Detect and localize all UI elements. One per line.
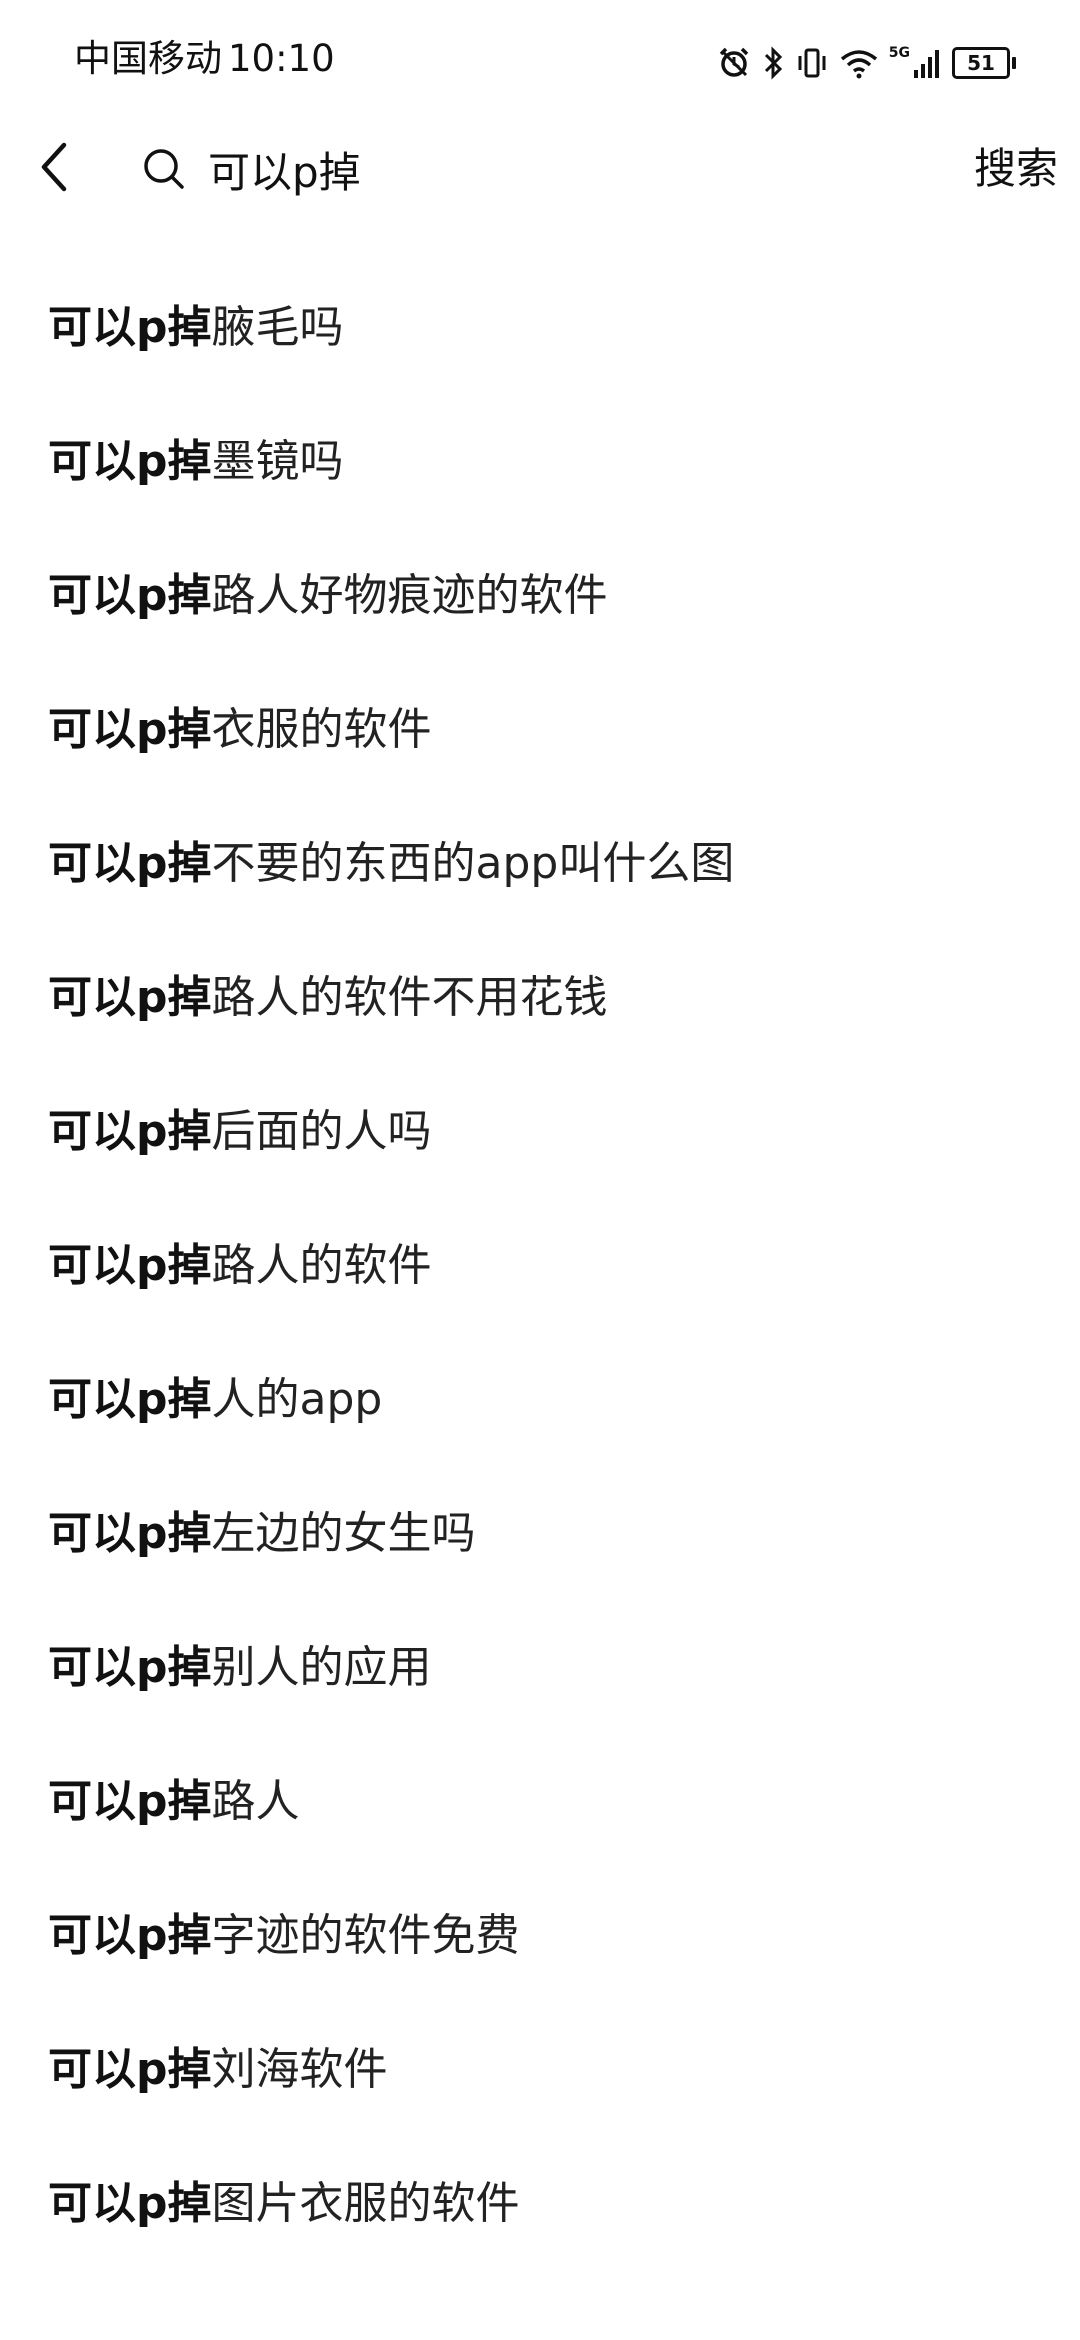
battery-level: 51: [952, 47, 1010, 79]
suggestion-item[interactable]: 可以p掉 路人的软件: [0, 1194, 1080, 1328]
suggestion-highlight: 可以p掉: [48, 704, 212, 755]
suggestion-highlight: 可以p掉: [48, 1508, 212, 1559]
suggestion-item[interactable]: 可以p掉 左边的女生吗: [0, 1462, 1080, 1596]
suggestion-text: 路人好物痕迹的软件: [211, 570, 608, 621]
suggestion-highlight: 可以p掉: [48, 838, 212, 889]
network-type-label: 5G: [888, 45, 910, 61]
alarm-icon: [717, 46, 751, 80]
back-button[interactable]: [24, 134, 84, 204]
suggestion-item[interactable]: 可以p掉 人的app: [0, 1328, 1080, 1462]
search-button[interactable]: 搜索: [974, 134, 1058, 204]
suggestion-highlight: 可以p掉: [48, 302, 212, 353]
suggestion-text: 别人的应用: [211, 1642, 432, 1693]
search-input[interactable]: [208, 139, 888, 199]
suggestion-item[interactable]: 可以p掉 后面的人吗: [0, 1060, 1080, 1194]
search-bar: 搜索: [0, 120, 1080, 220]
suggestion-highlight: 可以p掉: [48, 2178, 212, 2229]
suggestion-item[interactable]: 可以p掉 路人: [0, 1730, 1080, 1864]
suggestion-text: 腋毛吗: [211, 302, 344, 353]
suggestion-text: 路人的软件: [211, 1240, 432, 1291]
suggestion-text: 不要的东西的app叫什么图: [211, 838, 735, 889]
suggestion-list: 可以p掉 腋毛吗 可以p掉 墨镜吗 可以p掉 路人好物痕迹的软件 可以p掉 衣服的软件 可以p掉…: [0, 256, 1080, 2266]
status-bar: 中国移动 10:10 5G 51: [0, 0, 1080, 120]
suggestion-text: 图片衣服的软件: [211, 2178, 520, 2229]
search-field[interactable]: [140, 134, 920, 204]
suggestion-text: 字迹的软件免费: [211, 1910, 520, 1961]
suggestion-text: 衣服的软件: [211, 704, 432, 755]
suggestion-item[interactable]: 可以p掉 图片衣服的软件: [0, 2132, 1080, 2266]
status-icons: 5G 51: [717, 38, 1016, 88]
suggestion-highlight: 可以p掉: [48, 1910, 212, 1961]
suggestion-item[interactable]: 可以p掉 墨镜吗: [0, 390, 1080, 524]
suggestion-highlight: 可以p掉: [48, 2044, 212, 2095]
carrier-label: 中国移动: [74, 37, 222, 80]
suggestion-item[interactable]: 可以p掉 衣服的软件: [0, 658, 1080, 792]
suggestion-item[interactable]: 可以p掉 路人好物痕迹的软件: [0, 524, 1080, 658]
status-left: 中国移动 10:10: [74, 34, 335, 84]
suggestion-item[interactable]: 可以p掉 字迹的软件免费: [0, 1864, 1080, 1998]
suggestion-text: 路人: [211, 1776, 300, 1827]
battery-icon: 51: [952, 47, 1016, 79]
bluetooth-icon: [761, 46, 785, 80]
status-time: 10:10: [228, 37, 335, 80]
suggestion-item[interactable]: 可以p掉 刘海软件: [0, 1998, 1080, 2132]
chevron-left-icon: [36, 139, 72, 199]
suggestion-text: 墨镜吗: [211, 436, 344, 487]
search-icon: [140, 145, 188, 193]
suggestion-highlight: 可以p掉: [48, 972, 212, 1023]
suggestion-text: 路人的软件不用花钱: [211, 972, 608, 1023]
signal-icon: 5G: [889, 46, 942, 80]
suggestion-text: 人的app: [211, 1374, 383, 1425]
suggestion-text: 后面的人吗: [211, 1106, 432, 1157]
wifi-icon: [839, 46, 879, 80]
suggestion-highlight: 可以p掉: [48, 570, 212, 621]
suggestion-highlight: 可以p掉: [48, 1106, 212, 1157]
suggestion-item[interactable]: 可以p掉 腋毛吗: [0, 256, 1080, 390]
suggestion-highlight: 可以p掉: [48, 1642, 212, 1693]
suggestion-text: 刘海软件: [211, 2044, 388, 2095]
suggestion-highlight: 可以p掉: [48, 1240, 212, 1291]
suggestion-item[interactable]: 可以p掉 别人的应用: [0, 1596, 1080, 1730]
suggestion-item[interactable]: 可以p掉 路人的软件不用花钱: [0, 926, 1080, 1060]
suggestion-item[interactable]: 可以p掉 不要的东西的app叫什么图: [0, 792, 1080, 926]
suggestion-text: 左边的女生吗: [211, 1508, 476, 1559]
suggestion-highlight: 可以p掉: [48, 1776, 212, 1827]
vibrate-icon: [795, 46, 829, 80]
suggestion-highlight: 可以p掉: [48, 1374, 212, 1425]
battery-tip: [1012, 57, 1016, 69]
suggestion-highlight: 可以p掉: [48, 436, 212, 487]
